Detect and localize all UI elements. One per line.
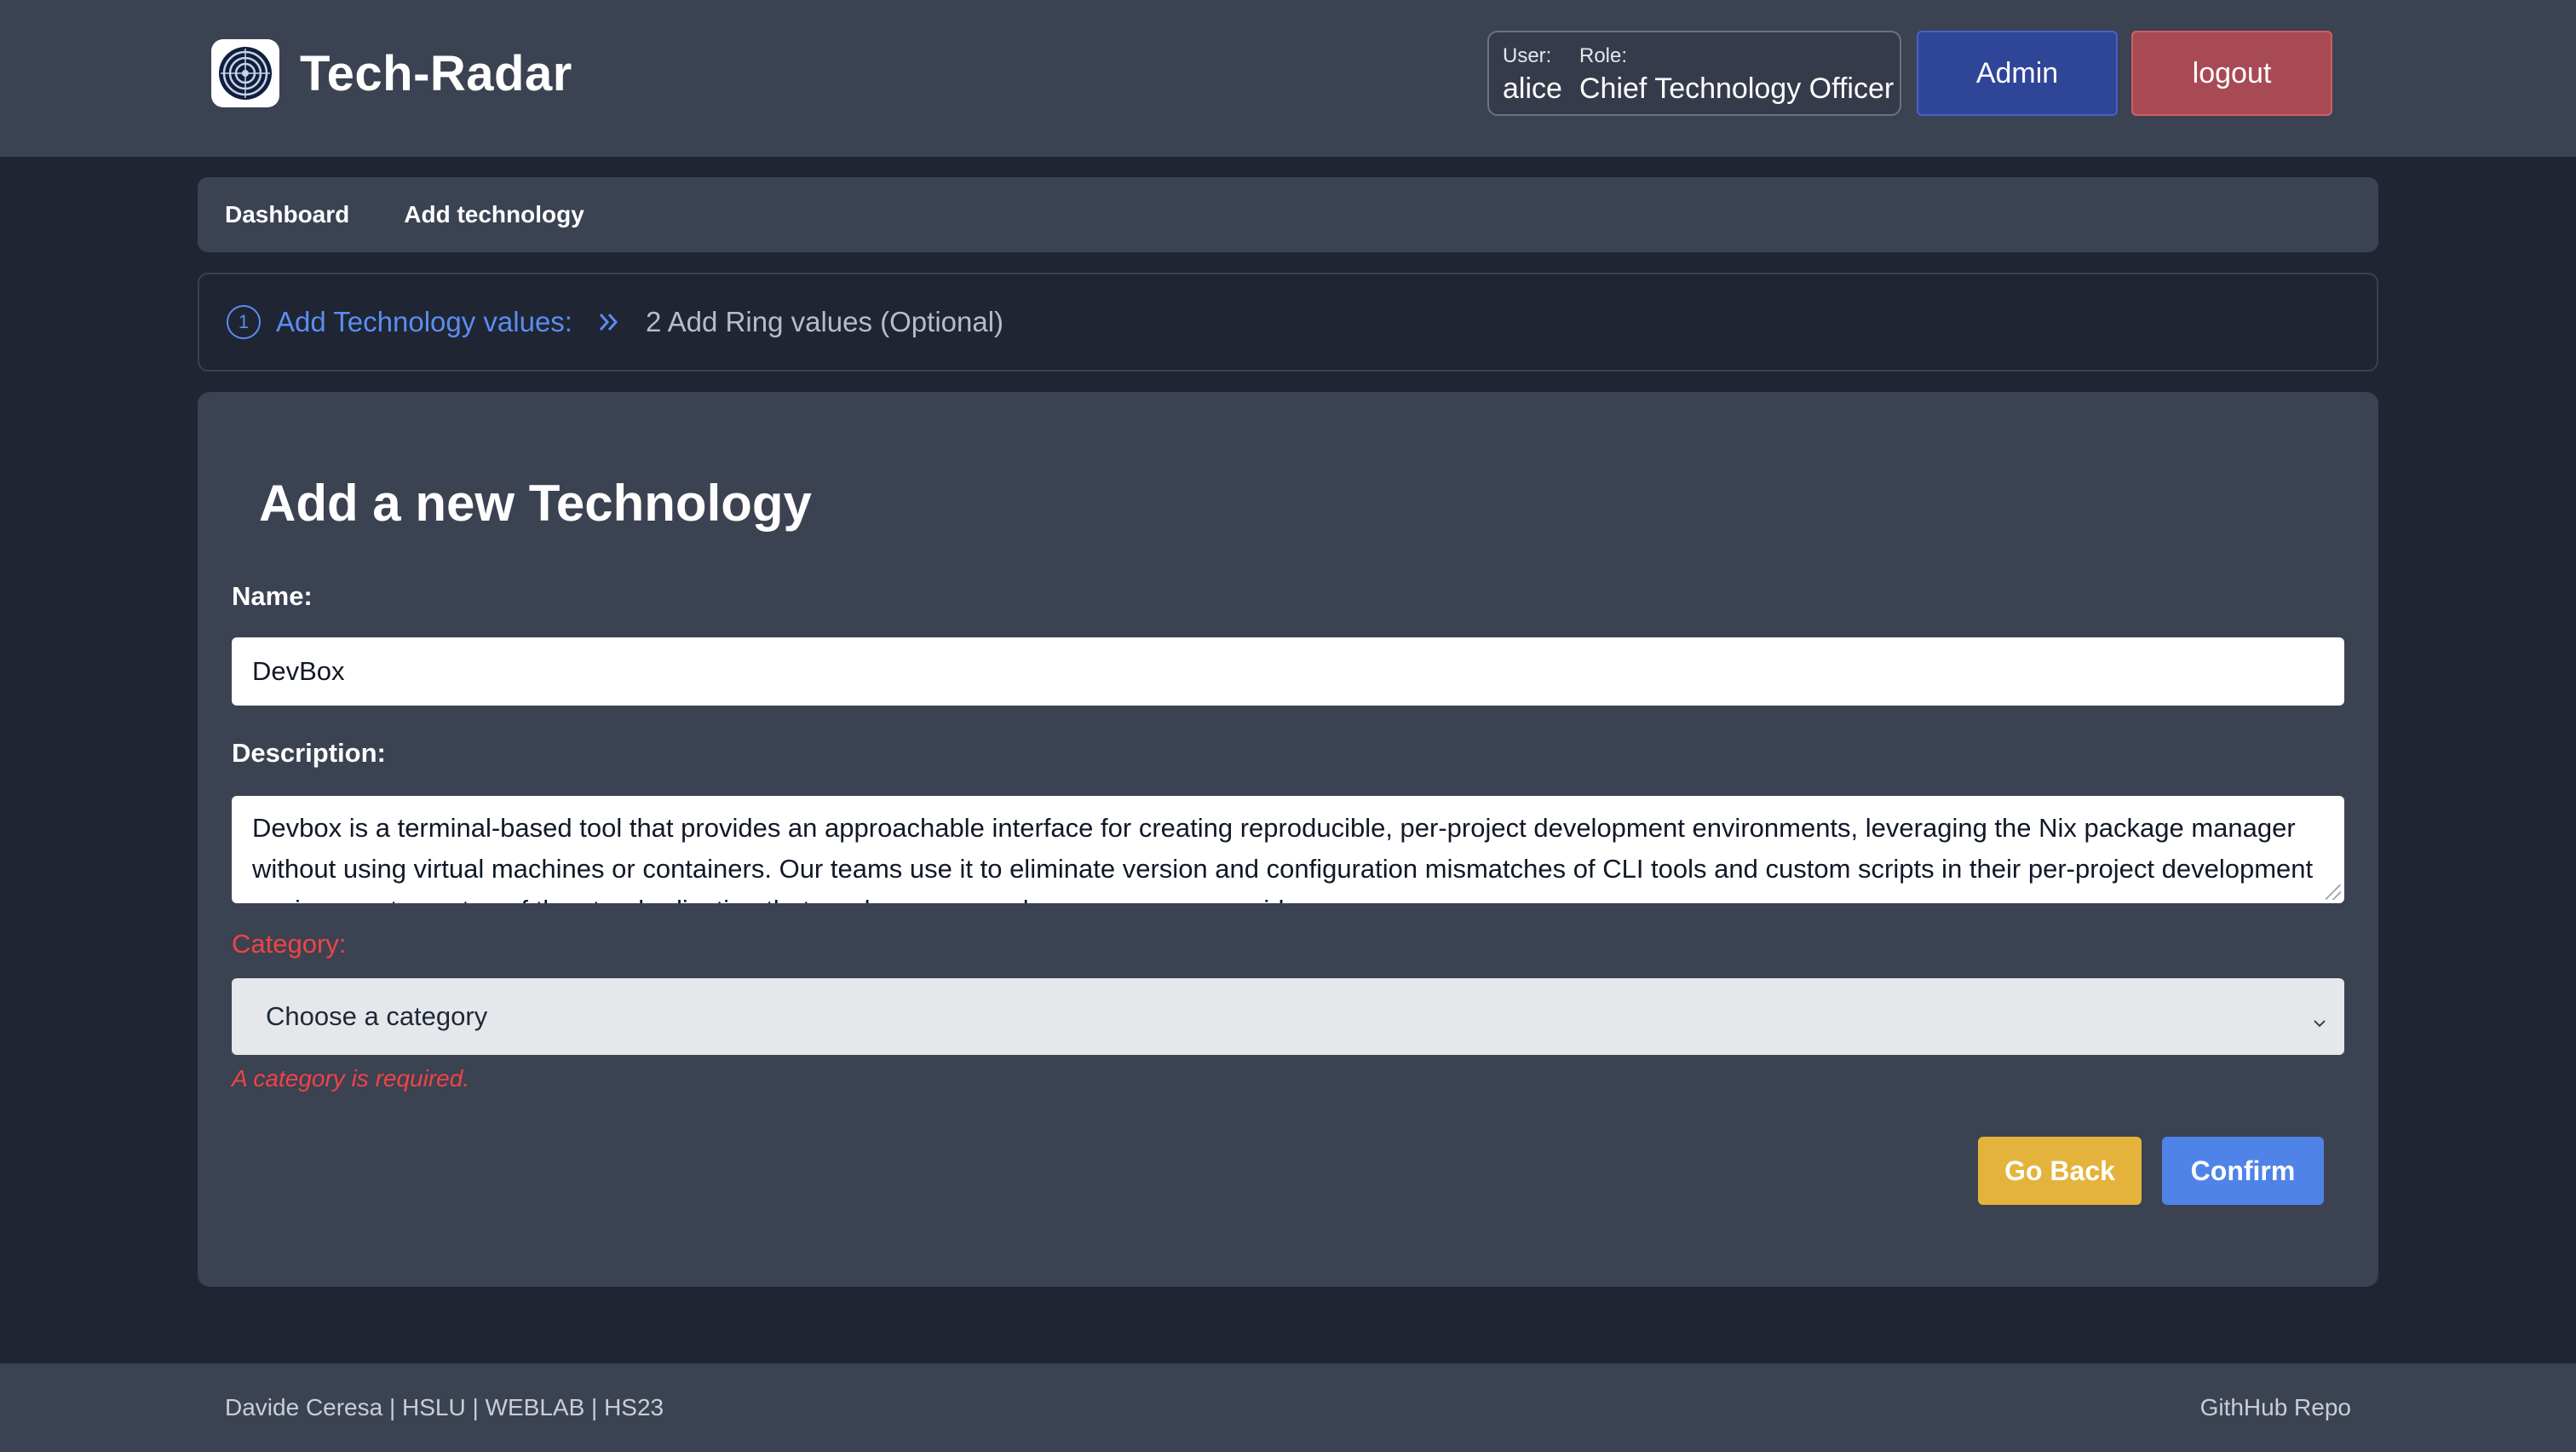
footer: Davide Ceresa | HSLU | WEBLAB | HS23 Git…: [0, 1363, 2576, 1452]
form-title: Add a new Technology: [259, 475, 812, 532]
category-error-message: A category is required.: [232, 1065, 470, 1092]
step-current-label: Add Technology values:: [276, 306, 572, 337]
description-textarea[interactable]: Devbox is a terminal-based tool that pro…: [232, 796, 2344, 903]
double-chevron-right-icon: [596, 309, 622, 335]
stepper: 1 Add Technology values: 2 Add Ring valu…: [198, 273, 2378, 372]
name-label: Name:: [232, 581, 313, 611]
category-label: Category:: [232, 929, 347, 959]
textarea-resize-handle[interactable]: [2326, 884, 2341, 900]
footer-credits: Davide Ceresa | HSLU | WEBLAB | HS23: [225, 1394, 664, 1420]
user-value: alice: [1503, 72, 1562, 105]
app-title: Tech-Radar: [300, 45, 572, 101]
logout-button[interactable]: logout: [2131, 31, 2332, 116]
role-label: Role:: [1579, 44, 1628, 67]
chevron-down-icon: [2312, 1007, 2327, 1038]
step-number-badge: 1: [227, 305, 261, 339]
description-text: Devbox is a terminal-based tool that pro…: [252, 813, 2314, 903]
radar-logo-icon: [211, 39, 279, 107]
name-input[interactable]: [232, 637, 2344, 706]
admin-button[interactable]: Admin: [1917, 31, 2118, 116]
category-selected-value: Choose a category: [266, 1001, 488, 1031]
top-header: Tech-Radar User: alice Role: Chief Techn…: [0, 0, 2576, 157]
user-label: User:: [1503, 44, 1552, 67]
go-back-button[interactable]: Go Back: [1978, 1137, 2142, 1205]
step-next-label: 2 Add Ring values (Optional): [645, 306, 1004, 337]
role-value: Chief Technology Officer: [1579, 72, 1895, 105]
main-nav: Dashboard Add technology: [198, 177, 2378, 252]
user-info-box: User: alice Role: Chief Technology Offic…: [1487, 31, 1901, 116]
brand[interactable]: Tech-Radar: [211, 39, 572, 107]
confirm-button[interactable]: Confirm: [2162, 1137, 2324, 1205]
add-technology-form: Add a new Technology Name: Description: …: [198, 392, 2378, 1287]
category-select[interactable]: Choose a category: [232, 978, 2344, 1055]
nav-link-add-technology[interactable]: Add technology: [404, 201, 584, 228]
nav-link-dashboard[interactable]: Dashboard: [225, 201, 349, 228]
description-label: Description:: [232, 738, 386, 768]
github-repo-link[interactable]: GithHub Repo: [2200, 1394, 2351, 1421]
